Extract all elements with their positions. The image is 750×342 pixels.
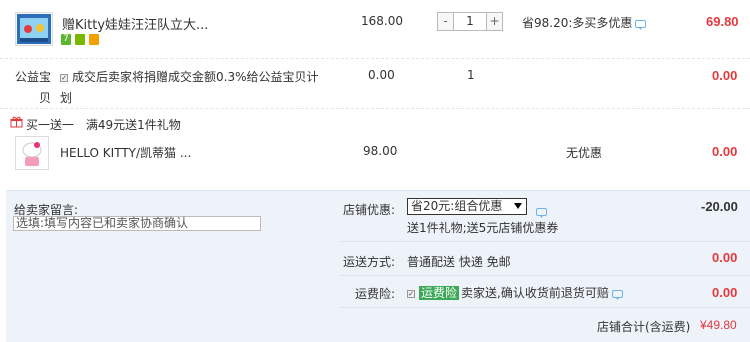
shop-discount-note: 送1件礼物;送5元店铺优惠券 (407, 221, 559, 235)
shop-discount-select[interactable]: 省20元:组合优惠 (407, 198, 527, 215)
insurance-desc: 卖家送,确认收货前退货可赔 (461, 286, 609, 300)
shop-discount-label: 店铺优惠: (343, 203, 396, 217)
gift-discount: 无优惠 (566, 146, 603, 160)
insurance-amount: 0.00 (712, 285, 738, 300)
charity-desc-line1: 成交后卖家将捐赠成交金额0.3%给公益宝贝计 (72, 70, 319, 84)
charity-checkbox[interactable]: ✓ (60, 73, 68, 82)
gift-title[interactable]: HELLO KITTY/凯蒂猫 ... (60, 144, 191, 161)
insurance-label: 运费险: (355, 287, 396, 301)
shipping-label: 运送方式: (343, 255, 396, 269)
promo-rule: 满49元送1件礼物 (85, 118, 181, 132)
shop-discount-amount: -20.00 (701, 199, 738, 214)
item-discount: 省98.20:多买多优惠 (522, 14, 647, 31)
total-label: 店铺合计(含运费) (597, 320, 691, 334)
insurance-checkbox[interactable]: ✓ (407, 289, 415, 298)
gift-icon (10, 116, 23, 131)
insurance-option: ✓ 运费险 卖家送,确认收货前退货可赔 (407, 284, 623, 301)
insurance-tag: 运费险 (419, 286, 460, 300)
gift-thumbnail[interactable] (15, 136, 49, 170)
seller-message-input[interactable]: 选填:填写内容已和卖家协商确认 (13, 216, 261, 231)
gift-price: 98.00 (363, 144, 398, 158)
chat-icon[interactable] (635, 19, 647, 30)
credit-card-icon (89, 34, 99, 45)
product-title[interactable]: 赠Kitty娃娃汪汪队立大... (62, 14, 208, 33)
charity-unit-price: 0.00 (368, 68, 395, 82)
item-discount-text: 省98.20:多买多优惠 (522, 16, 633, 30)
guarantee-icon (75, 34, 85, 45)
chat-icon[interactable] (611, 289, 623, 300)
dropdown-arrow-icon (514, 203, 522, 209)
quantity-input[interactable]: 1 (453, 13, 487, 30)
gift-image (22, 142, 42, 166)
charity-quantity: 1 (467, 68, 475, 82)
charity-desc: ✓ 成交后卖家将捐赠成交金额0.3%给公益宝贝计 (60, 68, 319, 85)
charity-desc-line2: 划 (60, 91, 73, 105)
quantity-increase-button[interactable]: + (487, 13, 502, 30)
unit-price: 168.00 (361, 14, 403, 28)
shop-discount-selected: 省20元:组合优惠 (411, 199, 503, 213)
product-image (17, 14, 51, 44)
shipping-amount: 0.00 (712, 250, 738, 265)
total-value: ¥49.80 (700, 318, 737, 332)
product-thumbnail[interactable] (15, 12, 53, 46)
shipping-value: 普通配送 快递 免邮 (407, 255, 511, 269)
quantity-decrease-button[interactable]: - (438, 13, 453, 30)
seven-day-return-icon: 7 (61, 34, 71, 45)
item-subtotal: 69.80 (706, 14, 739, 29)
gift-subtotal: 0.00 (712, 144, 738, 159)
charity-title-line2: 贝 (39, 91, 52, 105)
chat-icon[interactable] (536, 207, 547, 218)
charity-subtotal: 0.00 (712, 68, 738, 83)
promo-header: 买一送一 满49元送1件礼物 (26, 116, 181, 133)
quantity-stepper[interactable]: - 1 + (437, 12, 503, 31)
charity-title-line1: 公益宝 (15, 70, 52, 84)
promo-label: 买一送一 (26, 118, 75, 132)
